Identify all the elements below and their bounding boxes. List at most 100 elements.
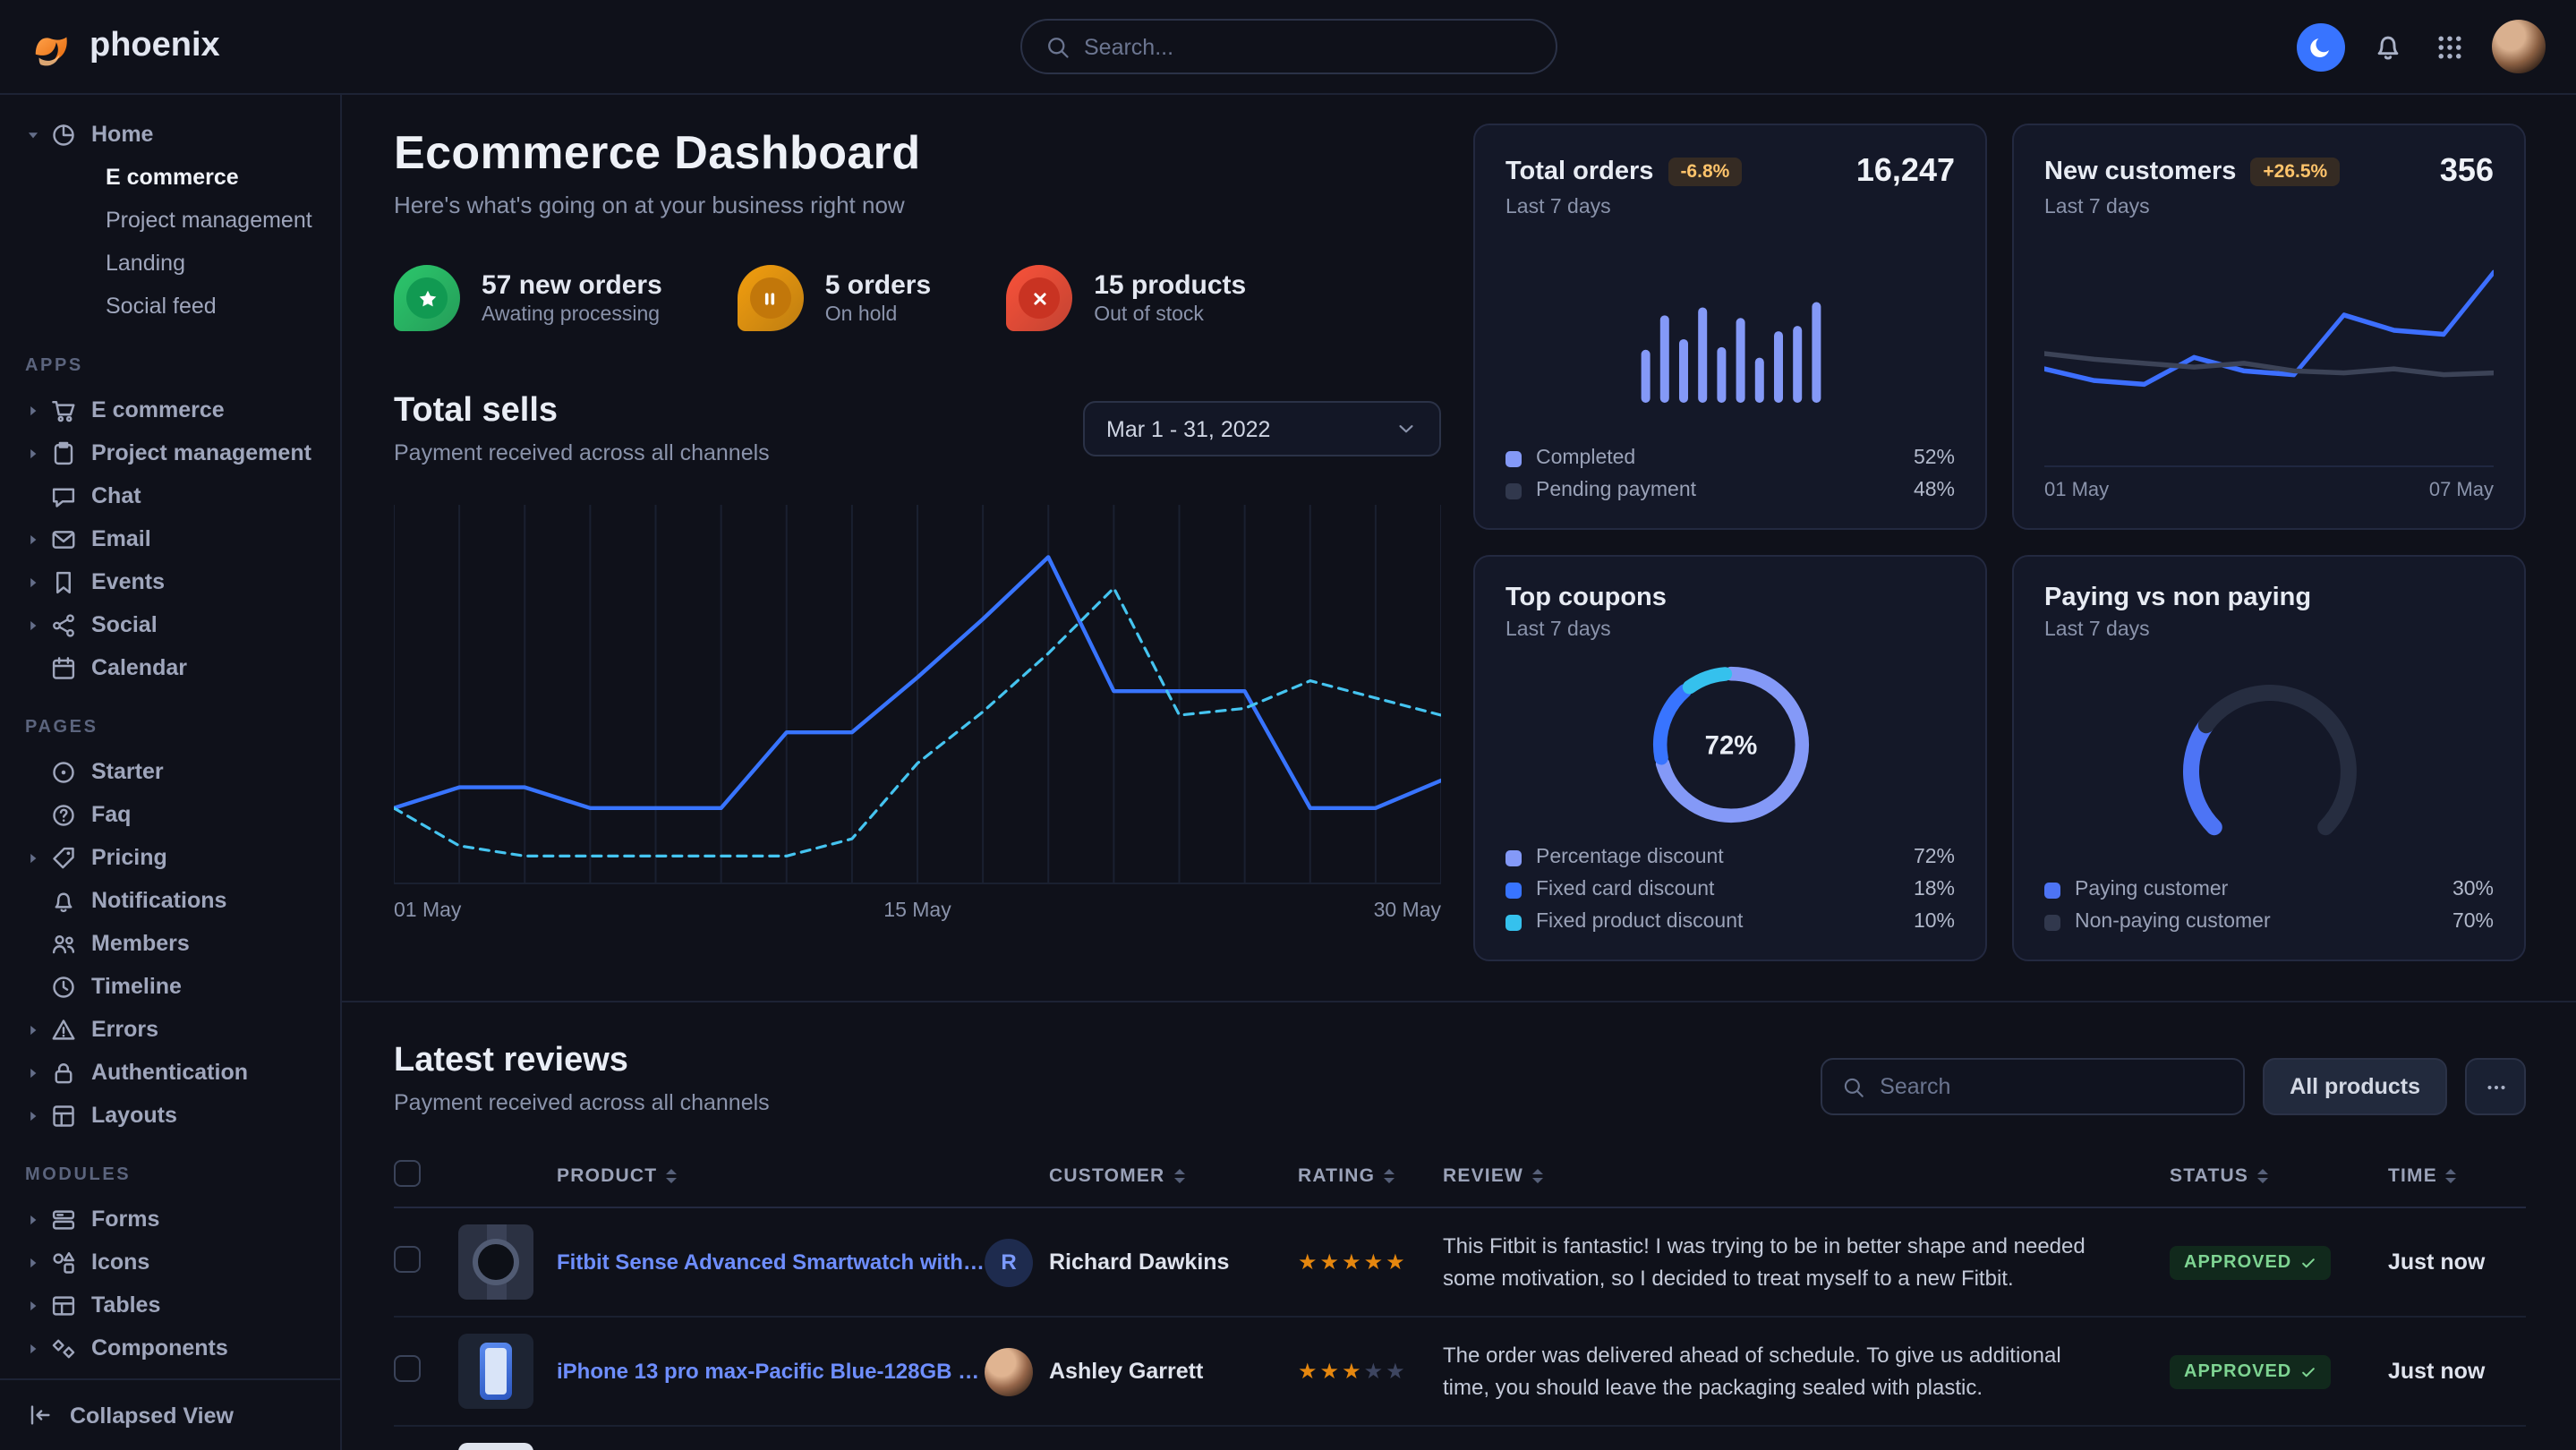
sidebar-item-notifications[interactable]: Notifications: [14, 879, 326, 922]
sidebar-item-home[interactable]: Home: [14, 113, 326, 156]
sidebar-item-social[interactable]: Social: [14, 603, 326, 646]
status-badge: APPROVED: [2170, 1245, 2331, 1279]
column-header-review[interactable]: REVIEW: [1443, 1164, 2170, 1186]
sidebar-item-label: Project management: [91, 440, 311, 465]
product-link[interactable]: Fitbit Sense Advanced Smartwatch with To…: [557, 1250, 985, 1275]
all-products-button[interactable]: All products: [2263, 1058, 2447, 1115]
top-coupons-chart: 72%: [1641, 654, 1820, 833]
sidebar-item-layouts[interactable]: Layouts: [14, 1094, 326, 1137]
sidebar-item-forms[interactable]: Forms: [14, 1198, 326, 1241]
watch-thumb: [458, 1224, 533, 1300]
total-orders-card: Total orders -6.8% 16,247 Last 7 days Co…: [1473, 124, 1987, 530]
column-label: CUSTOMER: [1049, 1164, 1164, 1186]
column-header-rating[interactable]: RATING: [1298, 1164, 1443, 1186]
apps-grid-button[interactable]: [2431, 28, 2469, 65]
legend-item-completed: Completed52%: [1506, 448, 1955, 469]
change-badge: -6.8%: [1668, 157, 1742, 185]
collapse-icon: [27, 1402, 54, 1429]
star-filled-icon: ★: [1298, 1250, 1320, 1275]
sidebar-item-label: Faq: [91, 802, 131, 827]
sidebar-item-events[interactable]: Events: [14, 560, 326, 603]
column-header-customer[interactable]: CUSTOMER: [985, 1164, 1298, 1186]
stat-caption: Out of stock: [1094, 304, 1246, 326]
more-options-button[interactable]: [2465, 1058, 2526, 1115]
sidebar-subitem-landing[interactable]: Landing: [14, 242, 326, 285]
column-header-status[interactable]: STATUS: [2170, 1164, 2388, 1186]
sort-icon: [1532, 1168, 1543, 1182]
global-search-input[interactable]: [1084, 34, 1531, 59]
status-badge: APPROVED: [2170, 1354, 2331, 1388]
product-cell: Fitbit Sense Advanced Smartwatch with To…: [458, 1224, 985, 1300]
bookmark-icon: [50, 568, 77, 595]
total-orders-legend: Completed52%Pending payment48%: [1506, 448, 1955, 501]
sidebar-item-label: Members: [91, 931, 190, 956]
sidebar-item-authentication[interactable]: Authentication: [14, 1051, 326, 1094]
theme-toggle-button[interactable]: [2297, 22, 2345, 71]
top-coupons-card: Top coupons Last 7 days 72% Percentage d…: [1473, 555, 1987, 961]
sidebar-item-components[interactable]: Components: [14, 1326, 326, 1369]
sidebar-item-icons[interactable]: Icons: [14, 1241, 326, 1284]
column-label: REVIEW: [1443, 1164, 1523, 1186]
legend-value: 30%: [2452, 879, 2494, 900]
chat-icon: [50, 482, 77, 509]
sidebar-item-label: Tables: [91, 1292, 160, 1318]
sidebar-item-faq[interactable]: Faq: [14, 793, 326, 836]
review-row: iPhone 13 pro max-Pacific Blue-128GB sto…: [394, 1318, 2526, 1427]
sidebar-item-chat[interactable]: Chat: [14, 474, 326, 517]
kpi-cards: Total orders -6.8% 16,247 Last 7 days Co…: [1473, 124, 2526, 961]
x-fill-icon: [1019, 277, 1060, 319]
total-sells-chart-wrap: 01 May15 May30 May: [394, 505, 1441, 922]
sidebar-item-errors[interactable]: Errors: [14, 1008, 326, 1051]
sidebar-item-label: Chat: [91, 483, 141, 508]
sidebar-item-members[interactable]: Members: [14, 922, 326, 965]
sidebar-item-timeline[interactable]: Timeline: [14, 965, 326, 1008]
date-range-select[interactable]: Mar 1 - 31, 2022: [1083, 401, 1441, 456]
legend-value: 10%: [1914, 911, 1955, 933]
row-checkbox[interactable]: [394, 1159, 421, 1186]
legend-color-dot: [1506, 914, 1522, 930]
column-header-time[interactable]: TIME: [2388, 1164, 2526, 1186]
dashboard-overview: Ecommerce Dashboard Here's what's going …: [394, 124, 1441, 961]
sidebar-item-label: Starter: [91, 759, 164, 784]
sidebar-item-tables[interactable]: Tables: [14, 1284, 326, 1326]
column-header-product[interactable]: PRODUCT: [458, 1164, 985, 1186]
sidebar-item-project-management[interactable]: Project management: [14, 431, 326, 474]
sidebar-item-starter[interactable]: Starter: [14, 750, 326, 793]
legend-value: 48%: [1914, 480, 1955, 501]
product-link[interactable]: iPhone 13 pro max-Pacific Blue-128GB sto…: [557, 1359, 985, 1384]
legend-label: Paying customer: [2075, 879, 2228, 900]
legend-value: 72%: [1914, 847, 1955, 868]
status-cell: APPROVED: [2170, 1245, 2388, 1279]
row-checkbox[interactable]: [394, 1355, 421, 1382]
sidebar-item-email[interactable]: Email: [14, 517, 326, 560]
caret-right-icon: [25, 574, 50, 590]
sidebar-item-pricing[interactable]: Pricing: [14, 836, 326, 879]
sidebar-item-label: Timeline: [91, 974, 182, 999]
sidebar-section-label: MODULES: [25, 1165, 315, 1185]
chevron-down-icon: [1395, 417, 1418, 440]
reviews-search[interactable]: [1821, 1058, 2245, 1115]
reviews-table: PRODUCT CUSTOMER RATINGREVIEW STATUSTIME Fi…: [394, 1144, 2526, 1450]
phone-thumb: [458, 1334, 533, 1409]
reviews-search-input[interactable]: [1880, 1074, 2223, 1099]
legend-item-fixed-card-discount: Fixed card discount18%: [1506, 879, 1955, 900]
global-search[interactable]: [1019, 19, 1557, 74]
star-filled-icon: ★: [1342, 1250, 1364, 1275]
sidebar-item-calendar[interactable]: Calendar: [14, 646, 326, 689]
calendar-icon: [50, 654, 77, 681]
legend-color-dot: [1506, 882, 1522, 898]
caret-right-icon: [25, 1064, 50, 1080]
notifications-button[interactable]: [2368, 27, 2408, 66]
collapsed-view-button[interactable]: Collapsed View: [0, 1378, 340, 1450]
stat-blob: [394, 265, 460, 331]
sidebar-section-label: APPS: [25, 356, 315, 376]
user-avatar[interactable]: [2492, 20, 2546, 73]
sidebar-item-e-commerce[interactable]: E commerce: [14, 388, 326, 431]
sidebar-subitem-social-feed[interactable]: Social feed: [14, 285, 326, 328]
sidebar-subitem-project-management[interactable]: Project management: [14, 199, 326, 242]
main-content: Ecommerce Dashboard Here's what's going …: [342, 95, 2576, 1450]
checkbox-cell: [394, 1246, 458, 1278]
brand[interactable]: phoenix: [30, 24, 220, 69]
row-checkbox[interactable]: [394, 1246, 421, 1273]
sidebar-subitem-e-commerce[interactable]: E commerce: [14, 156, 326, 199]
